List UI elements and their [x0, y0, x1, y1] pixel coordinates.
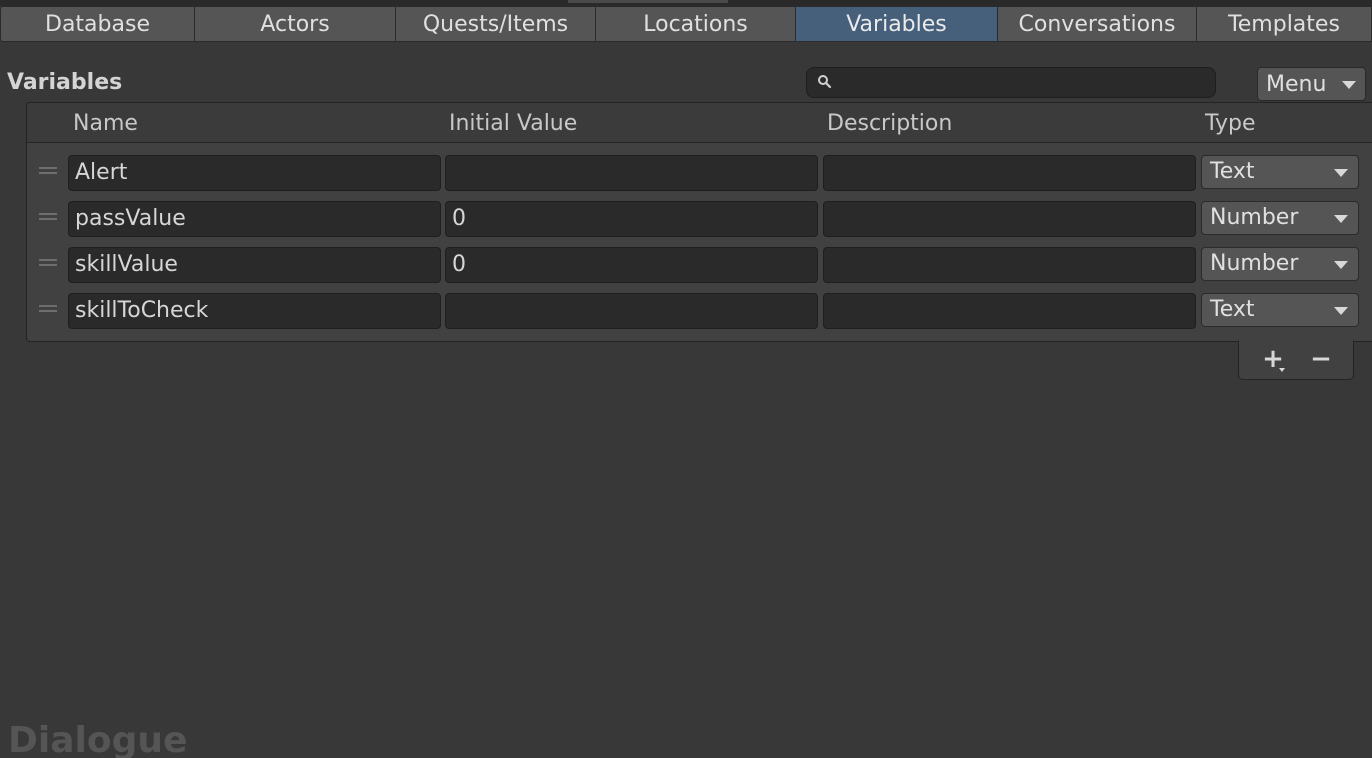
- chevron-down-icon: [1334, 261, 1348, 269]
- drag-handle-icon[interactable]: [39, 305, 57, 313]
- type-dropdown[interactable]: Text: [1201, 293, 1359, 327]
- search-icon: [818, 75, 832, 89]
- chevron-down-icon: [1334, 307, 1348, 315]
- type-dropdown[interactable]: Number: [1201, 247, 1359, 281]
- tab-quests-items[interactable]: Quests/Items: [396, 6, 596, 42]
- table-row: skillToCheck Text: [27, 293, 1367, 331]
- list-footer: + −: [1238, 340, 1354, 380]
- column-header-name: Name: [73, 111, 138, 136]
- add-variable-button[interactable]: +: [1257, 346, 1289, 372]
- description-field[interactable]: [823, 247, 1196, 283]
- type-dropdown-value: Number: [1210, 251, 1299, 276]
- chevron-down-icon: [1334, 169, 1348, 177]
- chevron-down-icon: [1342, 81, 1356, 89]
- search-input[interactable]: [839, 70, 1209, 95]
- type-dropdown-value: Text: [1210, 159, 1255, 184]
- tab-bar: Database Actors Quests/Items Locations V…: [0, 6, 1372, 42]
- list-header: Name Initial Value Description Type: [27, 103, 1372, 143]
- menu-button[interactable]: Menu: [1257, 67, 1366, 101]
- menu-button-label: Menu: [1266, 71, 1327, 97]
- tab-templates[interactable]: Templates: [1197, 6, 1372, 42]
- table-row: Alert Text: [27, 155, 1367, 193]
- initial-value-field[interactable]: 0: [445, 247, 818, 283]
- tab-actors[interactable]: Actors: [195, 6, 396, 42]
- search-field[interactable]: [806, 67, 1216, 98]
- type-dropdown[interactable]: Number: [1201, 201, 1359, 235]
- variables-editor-window: Database Actors Quests/Items Locations V…: [0, 0, 1372, 758]
- remove-variable-button[interactable]: −: [1305, 346, 1337, 372]
- table-row: skillValue 0 Number: [27, 247, 1367, 285]
- drag-handle-icon[interactable]: [39, 167, 57, 175]
- drag-handle-icon[interactable]: [39, 213, 57, 221]
- variables-list: Name Initial Value Description Type Aler…: [26, 102, 1372, 342]
- description-field[interactable]: [823, 293, 1196, 329]
- description-field[interactable]: [823, 155, 1196, 191]
- initial-value-field[interactable]: [445, 155, 818, 191]
- column-header-description: Description: [827, 111, 953, 136]
- section-title: Variables: [7, 70, 123, 95]
- chevron-down-icon: [1334, 215, 1348, 223]
- type-dropdown-value: Text: [1210, 297, 1255, 322]
- top-strip-highlight: [568, 0, 728, 3]
- tab-database[interactable]: Database: [0, 6, 195, 42]
- column-header-initial-value: Initial Value: [449, 111, 578, 136]
- chevron-down-icon: [1279, 368, 1285, 372]
- tab-variables[interactable]: Variables: [796, 6, 998, 42]
- minus-icon: −: [1310, 344, 1332, 374]
- column-header-type: Type: [1205, 111, 1256, 136]
- variable-name-field[interactable]: passValue: [68, 201, 441, 237]
- tab-conversations[interactable]: Conversations: [998, 6, 1197, 42]
- type-dropdown[interactable]: Text: [1201, 155, 1359, 189]
- table-row: passValue 0 Number: [27, 201, 1367, 239]
- variable-name-field[interactable]: Alert: [68, 155, 441, 191]
- variable-name-field[interactable]: skillValue: [68, 247, 441, 283]
- initial-value-field[interactable]: 0: [445, 201, 818, 237]
- type-dropdown-value: Number: [1210, 205, 1299, 230]
- dialogue-watermark: Dialogue: [8, 720, 188, 758]
- variable-name-field[interactable]: skillToCheck: [68, 293, 441, 329]
- description-field[interactable]: [823, 201, 1196, 237]
- initial-value-field[interactable]: [445, 293, 818, 329]
- tab-locations[interactable]: Locations: [596, 6, 796, 42]
- drag-handle-icon[interactable]: [39, 259, 57, 267]
